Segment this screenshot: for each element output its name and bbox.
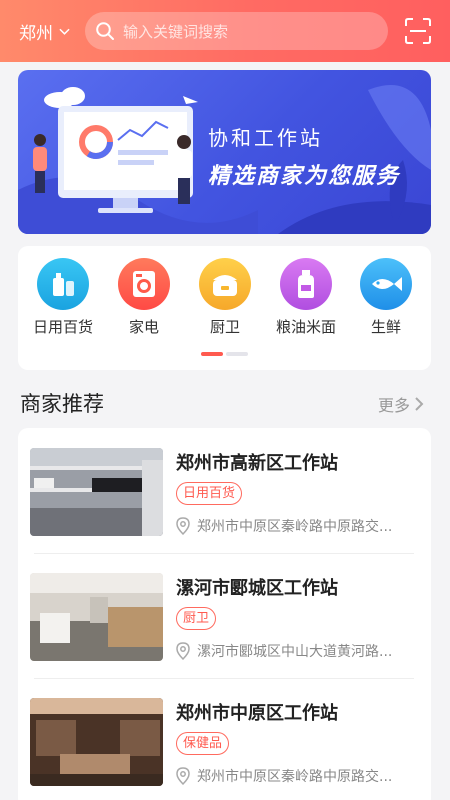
merchant-address-text: 漯河市郾城区中山大道黄河路...	[197, 644, 393, 660]
category-label: 生鲜	[370, 318, 401, 336]
location-pin-icon	[176, 767, 190, 785]
promo-banner[interactable]: 协和工作站 精选商家为您服务	[18, 70, 431, 234]
category-kitchen-bath[interactable]: 厨卫	[184, 258, 266, 337]
page-indicator	[201, 352, 248, 356]
section-title: 商家推荐	[20, 392, 104, 416]
divider	[34, 678, 414, 679]
location-pin-icon	[176, 642, 190, 660]
banner-illustration	[18, 85, 431, 234]
fish-icon	[360, 258, 412, 310]
merchant-thumbnail	[30, 698, 163, 786]
page-indicator-inactive	[226, 352, 248, 356]
merchant-name: 郑州市高新区工作站	[176, 453, 338, 474]
merchant-address: 漯河市郾城区中山大道黄河路...	[176, 641, 392, 661]
rice-cooker-icon	[199, 258, 251, 310]
merchant-tag: 保健品	[176, 732, 230, 755]
page-indicator-active	[201, 352, 223, 356]
merchant-thumbnail	[30, 573, 163, 661]
merchant-item[interactable]: 漯河市郾城区工作站 厨卫 漯河市郾城区中山大道黄河路...	[30, 573, 420, 685]
category-daily-goods[interactable]: 日用百货	[22, 258, 104, 337]
category-label: 粮油米面	[275, 318, 336, 336]
merchant-address-text: 郑州市中原区秦岭路中原路交...	[197, 519, 393, 535]
bottle-icon	[37, 258, 89, 310]
merchant-address-text: 郑州市中原区秦岭路中原路交...	[197, 769, 393, 785]
banner-slogan: 精选商家为您服务	[208, 164, 401, 189]
merchant-tag: 厨卫	[176, 607, 217, 630]
city-label: 郑州	[19, 23, 53, 44]
location-pin-icon	[176, 517, 190, 535]
city-selector[interactable]: 郑州	[19, 18, 70, 44]
banner-title: 协和工作站	[208, 126, 323, 150]
category-appliances[interactable]: 家电	[103, 258, 185, 337]
category-grid: 日用百货 家电 厨卫 粮油米面 生鲜	[18, 246, 431, 370]
search-placeholder: 输入关键词搜索	[123, 22, 229, 41]
chevron-down-icon	[59, 28, 70, 35]
scan-icon[interactable]	[405, 18, 431, 44]
category-label: 日用百货	[32, 318, 93, 336]
divider	[34, 553, 414, 554]
top-bar: 郑州 输入关键词搜索	[0, 0, 450, 62]
search-icon	[96, 22, 114, 40]
merchant-tag: 日用百货	[176, 482, 243, 505]
category-grain-oil[interactable]: 粮油米面	[265, 258, 347, 337]
merchant-thumbnail	[30, 448, 163, 536]
washing-machine-icon	[118, 258, 170, 310]
merchant-item[interactable]: 郑州市高新区工作站 日用百货 郑州市中原区秦岭路中原路交...	[30, 448, 420, 560]
oil-bottle-icon	[280, 258, 332, 310]
merchant-address: 郑州市中原区秦岭路中原路交...	[176, 516, 392, 536]
merchant-item[interactable]: 郑州市中原区工作站 保健品 郑州市中原区秦岭路中原路交...	[30, 698, 420, 800]
merchant-name: 漯河市郾城区工作站	[176, 578, 338, 599]
merchant-address: 郑州市中原区秦岭路中原路交...	[176, 766, 392, 786]
category-fresh[interactable]: 生鲜	[345, 258, 427, 337]
merchant-name: 郑州市中原区工作站	[176, 703, 338, 724]
more-label: 更多	[378, 396, 411, 415]
category-label: 厨卫	[209, 318, 240, 336]
chevron-right-icon	[415, 397, 424, 411]
more-link[interactable]: 更多	[378, 392, 424, 416]
category-label: 家电	[128, 318, 159, 336]
search-input[interactable]: 输入关键词搜索	[85, 12, 388, 50]
merchant-list: 郑州市高新区工作站 日用百货 郑州市中原区秦岭路中原路交... 漯河市郾城区工作…	[18, 428, 431, 800]
